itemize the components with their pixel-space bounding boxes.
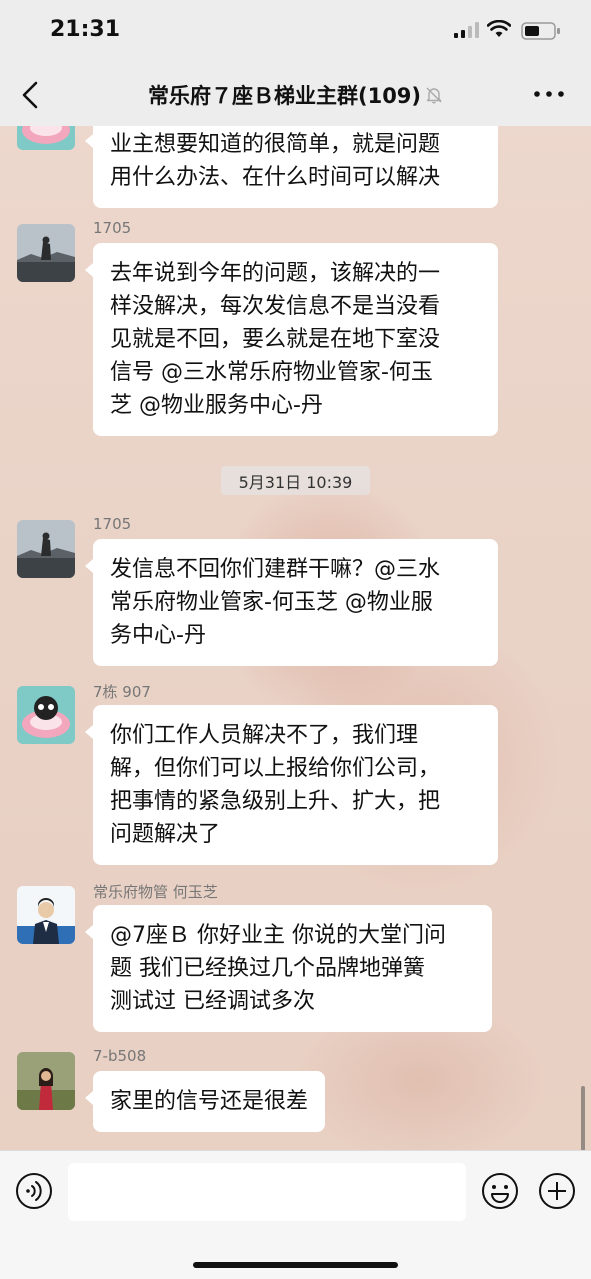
plus-circle-icon[interactable]: [538, 1172, 576, 1210]
status-time: 21:31: [50, 17, 121, 42]
person-avatar[interactable]: [17, 1052, 75, 1110]
bell-off-icon: [426, 87, 442, 104]
signal-icon: [454, 22, 479, 38]
cartoon-avatar[interactable]: [17, 126, 75, 150]
voice-icon[interactable]: [15, 1172, 53, 1210]
message-input[interactable]: [68, 1163, 466, 1221]
cartoon-avatar[interactable]: [17, 686, 75, 744]
staff-avatar[interactable]: [17, 886, 75, 944]
battery-icon: [521, 22, 560, 40]
chevron-left-icon[interactable]: [14, 78, 48, 112]
scroll-indicator[interactable]: [581, 1086, 585, 1150]
sender-name: 7栋 907: [93, 683, 151, 701]
sender-name: 7-b508: [93, 1047, 147, 1065]
message-bubble[interactable]: 你们工作人员解决不了，我们理 解，但你们可以上报给你们公司， 把事情的紧急级别上…: [85, 705, 498, 865]
message-bubble[interactable]: 发信息不回你们建群干嘛？@三水 常乐府物业管家-何玉芝 @物业服 务中心-丹: [85, 539, 498, 666]
sender-name: 1705: [93, 515, 132, 533]
nav-bar: 常乐府７座Ｂ梯业主群(109): [0, 62, 591, 126]
message-bubble[interactable]: 去年说到今年的问题，该解决的一 样没解决，每次发信息不是当没看 见就是不回，要么…: [85, 243, 498, 436]
photo-avatar[interactable]: [17, 224, 75, 282]
message-bubble[interactable]: 家里的信号还是很差: [84, 1071, 326, 1132]
home-indicator[interactable]: [193, 1262, 398, 1268]
more-dots-icon[interactable]: [532, 87, 566, 101]
sender-name: 常乐府物管 何玉芝: [93, 883, 218, 901]
chat-title-area: 常乐府７座Ｂ梯业主群(109): [70, 80, 521, 110]
input-bar: [0, 1150, 591, 1279]
message-text: 去年说到今年的问题，该解决的一 样没解决，每次发信息不是当没看 见就是不回，要么…: [110, 261, 441, 418]
chat-message-list[interactable]: 业主想要知道的很简单，就是问题 用什么办法、在什么时间可以解决 1705 去年说…: [0, 126, 591, 1150]
message-text: 发信息不回你们建群干嘛？@三水 常乐府物业管家-何玉芝 @物业服 务中心-丹: [110, 557, 441, 648]
sender-name: 1705: [93, 219, 132, 237]
chat-title: 常乐府７座Ｂ梯业主群(109): [147, 84, 422, 108]
status-bar: 21:31: [0, 0, 591, 62]
message-text: @7座Ｂ 你好业主 你说的大堂门问 题 我们已经换过几个品牌地弹簧 测试过 已经…: [110, 923, 446, 1014]
photo-avatar[interactable]: [17, 520, 75, 578]
chat-timestamp: 5月31日 10:39: [221, 466, 370, 495]
message-text: 家里的信号还是很差: [110, 1089, 309, 1114]
message-bubble[interactable]: @7座Ｂ 你好业主 你说的大堂门问 题 我们已经换过几个品牌地弹簧 测试过 已经…: [85, 905, 492, 1032]
message-bubble[interactable]: 业主想要知道的很简单，就是问题 用什么办法、在什么时间可以解决: [85, 126, 498, 208]
emoji-icon[interactable]: [481, 1172, 519, 1210]
message-text: 你们工作人员解决不了，我们理 解，但你们可以上报给你们公司， 把事情的紧急级别上…: [110, 723, 441, 847]
wifi-icon: [487, 20, 511, 37]
message-text: 业主想要知道的很简单，就是问题 用什么办法、在什么时间可以解决: [110, 132, 441, 190]
